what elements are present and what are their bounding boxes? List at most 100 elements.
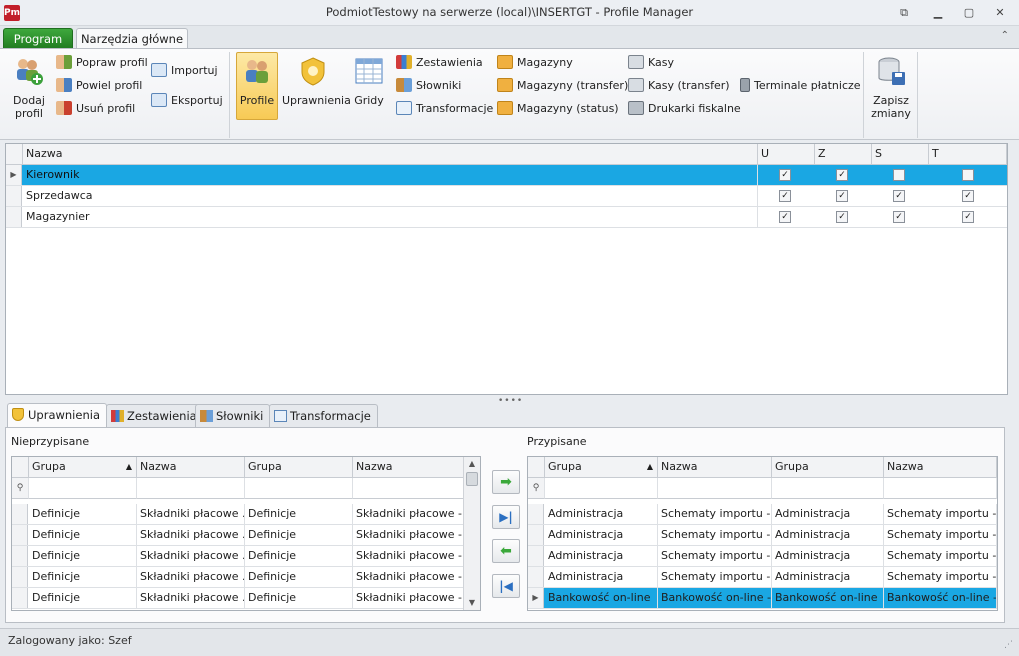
t-checkbox[interactable]: ✓ <box>962 211 974 223</box>
badge-icon <box>301 57 325 86</box>
import-button[interactable]: Importuj <box>151 62 218 80</box>
column-header-u[interactable]: U <box>758 144 815 165</box>
fiscal-printers-label: Drukarki fiskalne <box>648 102 741 115</box>
scroll-thumb[interactable] <box>466 472 478 486</box>
u-checkbox[interactable]: ✓ <box>779 169 791 181</box>
move-all-left-button[interactable]: |◀ <box>492 574 520 598</box>
z-checkbox[interactable]: ✓ <box>836 211 848 223</box>
column-header-name[interactable]: Nazwa <box>353 457 465 478</box>
warehouses-transfer-button[interactable]: Magazyny (transfer) <box>497 77 628 95</box>
reports-button[interactable]: Zestawienia <box>396 54 483 72</box>
column-header-t[interactable]: T <box>929 144 1007 165</box>
vertical-scrollbar[interactable]: ▲ ▼ <box>463 457 480 610</box>
close-icon[interactable]: ✕ <box>989 4 1011 22</box>
scroll-down-icon[interactable]: ▼ <box>464 596 480 610</box>
scroll-up-icon[interactable]: ▲ <box>464 457 480 471</box>
tab-permissions[interactable]: Uprawnienia <box>7 403 107 428</box>
minimize-icon[interactable]: ▁ <box>927 4 949 22</box>
profile-row[interactable]: Magazynier ✓ ✓ ✓ ✓ <box>6 207 1007 228</box>
column-header-name[interactable]: Nazwa <box>137 457 245 478</box>
duplicate-profile-button[interactable]: Powiel profil <box>56 77 142 95</box>
column-header-group[interactable]: Grupa ▲ <box>29 457 137 478</box>
column-header-z[interactable]: Z <box>815 144 872 165</box>
grids-button[interactable]: Gridy <box>351 55 387 107</box>
resize-grip-icon[interactable]: ⋰ <box>1004 640 1013 650</box>
transformations-button[interactable]: Transformacje <box>396 100 493 118</box>
column-header-name[interactable]: Nazwa <box>658 457 772 478</box>
tab-narzedzia-glowne[interactable]: Narzędzia główne <box>76 28 188 49</box>
tab-transformations[interactable]: Transformacje <box>269 404 378 427</box>
move-left-button[interactable]: ⬅ <box>492 539 520 563</box>
tab-program[interactable]: Program <box>3 28 73 48</box>
profiles-label: Profile <box>239 94 275 107</box>
tab-dictionaries[interactable]: Słowniki <box>195 404 271 427</box>
column-header-group[interactable]: Grupa ▲ <box>545 457 658 478</box>
column-header-name[interactable]: Nazwa <box>23 144 758 165</box>
warehouses-transfer-label: Magazyny (transfer) <box>517 79 629 92</box>
dictionaries-button[interactable]: Słowniki <box>396 77 461 95</box>
list-item[interactable]: Definicje Składniki płacowe ... Definicj… <box>12 588 465 609</box>
list-item[interactable]: Administracja Schematy importu -... Admi… <box>528 567 997 588</box>
save-changes-button[interactable]: Zapisz zmiany <box>866 55 916 120</box>
books-icon <box>396 78 412 92</box>
list-item[interactable]: Definicje Składniki płacowe ... Definicj… <box>12 525 465 546</box>
list-item[interactable]: Definicje Składniki płacowe ... Definicj… <box>12 546 465 567</box>
filter-cell[interactable] <box>353 478 465 499</box>
add-users-icon <box>17 59 43 85</box>
z-checkbox[interactable]: ✓ <box>836 190 848 202</box>
maximize-icon[interactable]: ▢ <box>958 4 980 22</box>
u-checkbox[interactable]: ✓ <box>779 211 791 223</box>
add-profile-button[interactable]: Dodaj profil <box>8 55 50 120</box>
filter-cell[interactable] <box>884 478 997 499</box>
name-cell: Składniki płacowe ... <box>137 588 245 608</box>
ribbon-collapse-icon[interactable]: ⌃ <box>1001 30 1009 41</box>
list-item[interactable]: Administracja Schematy importu -... Admi… <box>528 525 997 546</box>
cash-register-icon <box>628 55 644 69</box>
s-checkbox[interactable]: ✓ <box>893 190 905 202</box>
column-header-group[interactable]: Grupa <box>772 457 884 478</box>
filter-cell[interactable] <box>772 478 884 499</box>
group-cell: Bankowość on-line <box>772 588 884 608</box>
move-right-button[interactable]: ➡ <box>492 470 520 494</box>
cash-registers-transfer-button[interactable]: Kasy (transfer) <box>628 77 730 95</box>
edit-profile-button[interactable]: Popraw profil <box>56 54 148 72</box>
list-item[interactable]: Administracja Schematy importu -... Admi… <box>528 504 997 525</box>
t-checkbox[interactable]: ✓ <box>962 190 974 202</box>
list-item[interactable]: Administracja Schematy importu -... Admi… <box>528 546 997 567</box>
z-checkbox[interactable]: ✓ <box>836 169 848 181</box>
u-checkbox[interactable]: ✓ <box>779 190 791 202</box>
profile-row[interactable]: Sprzedawca ✓ ✓ ✓ ✓ <box>6 186 1007 207</box>
column-header-s[interactable]: S <box>872 144 929 165</box>
logged-in-status: Zalogowany jako: Szef <box>8 634 132 647</box>
bottom-tab-strip: Uprawnienia Zestawienia Słowniki Transfo… <box>5 403 405 428</box>
filter-cell[interactable] <box>29 478 137 499</box>
export-button[interactable]: Eksportuj <box>151 92 223 110</box>
list-item[interactable]: Definicje Składniki płacowe ... Definicj… <box>12 567 465 588</box>
filter-cell[interactable] <box>658 478 772 499</box>
permissions-button[interactable]: Uprawnienia <box>282 55 351 107</box>
list-item[interactable]: ▶ Bankowość on-line Bankowość on-line -.… <box>528 588 997 609</box>
payment-terminals-button[interactable]: Terminale płatnicze <box>740 77 861 95</box>
tab-reports[interactable]: Zestawienia <box>106 404 204 427</box>
profile-row[interactable]: ▶ Kierownik ✓ ✓ <box>6 165 1007 186</box>
fiscal-printers-button[interactable]: Drukarki fiskalne <box>628 100 741 118</box>
move-all-right-button[interactable]: ▶| <box>492 505 520 529</box>
delete-profile-button[interactable]: Usuń profil <box>56 100 135 118</box>
cash-registers-button[interactable]: Kasy <box>628 54 674 72</box>
s-checkbox[interactable] <box>893 169 905 181</box>
t-checkbox[interactable] <box>962 169 974 181</box>
s-checkbox[interactable]: ✓ <box>893 211 905 223</box>
name-cell: Składniki płacowe -... <box>353 567 465 587</box>
column-header-group[interactable]: Grupa <box>245 457 353 478</box>
profiles-button[interactable]: Profile <box>236 55 278 107</box>
splitter-handle[interactable]: •••• <box>498 396 523 406</box>
list-item[interactable]: Definicje Składniki płacowe ... Definicj… <box>12 504 465 525</box>
filter-cell[interactable] <box>545 478 658 499</box>
filter-cell[interactable] <box>245 478 353 499</box>
column-header-name[interactable]: Nazwa <box>884 457 997 478</box>
restore-down-icon[interactable]: ⧉ <box>893 4 915 22</box>
warehouses-status-button[interactable]: Magazyny (status) <box>497 100 619 118</box>
row-indicator <box>12 504 28 524</box>
filter-cell[interactable] <box>137 478 245 499</box>
warehouses-button[interactable]: Magazyny <box>497 54 573 72</box>
